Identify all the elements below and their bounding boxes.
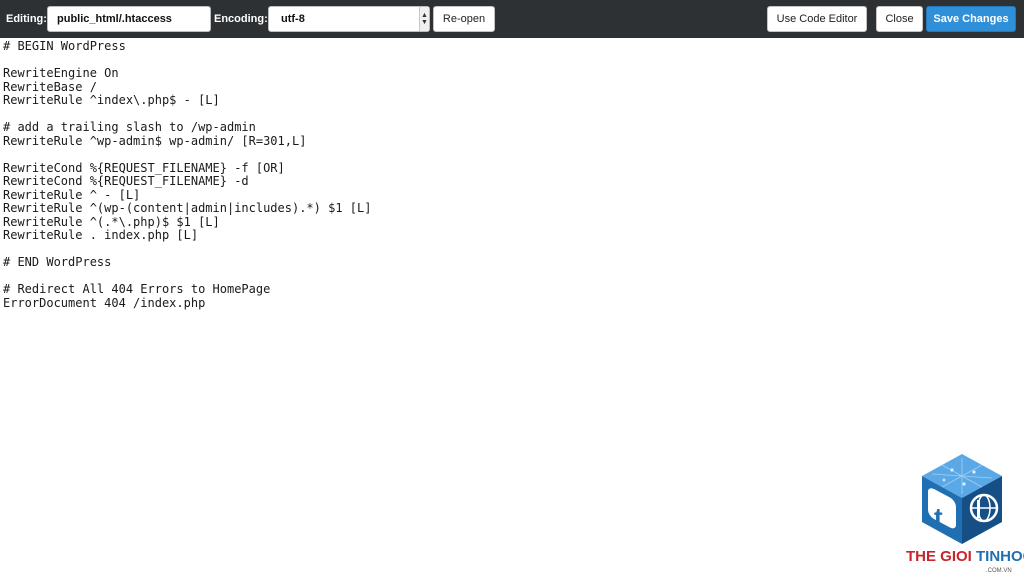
code-line[interactable]: RewriteRule ^index\.php$ - [L]	[3, 93, 1024, 108]
use-code-editor-button[interactable]: Use Code Editor	[767, 6, 867, 32]
filename-field[interactable]: public_html/.htaccess	[47, 6, 211, 32]
code-line[interactable]: RewriteRule ^ - [L]	[3, 188, 1024, 203]
editor-toolbar: Editing: public_html/.htaccess Encoding:…	[0, 0, 1024, 38]
save-changes-button[interactable]: Save Changes	[926, 6, 1016, 32]
code-line[interactable]	[3, 243, 1024, 257]
code-line[interactable]: RewriteRule ^(.*\.php)$ $1 [L]	[3, 215, 1024, 230]
editing-label: Editing:	[6, 13, 47, 25]
brand-name: THE GIOI TINHOC	[906, 548, 1024, 565]
code-line[interactable]	[3, 270, 1024, 284]
code-line[interactable]: # Redirect All 404 Errors to HomePage	[3, 282, 1024, 297]
encoding-select[interactable]: utf-8 ▲ ▼	[268, 6, 430, 32]
encoding-label: Encoding:	[214, 13, 268, 25]
code-line[interactable]: RewriteEngine On	[3, 66, 1024, 81]
reopen-button[interactable]: Re-open	[433, 6, 495, 32]
encoding-value: utf-8	[281, 13, 305, 25]
code-line[interactable]: # add a trailing slash to /wp-admin	[3, 120, 1024, 135]
code-editor[interactable]: # BEGIN WordPress RewriteEngine On Rewrite…	[0, 38, 1024, 576]
select-arrow-icon[interactable]: ▲ ▼	[419, 7, 429, 31]
code-line[interactable]: RewriteRule ^(wp-(content|admin|includes…	[3, 201, 1024, 216]
brand-part-red: THE GIOI	[906, 548, 977, 565]
code-line[interactable]: RewriteRule ^wp-admin$ wp-admin/ [R=301,…	[3, 134, 1024, 149]
code-line[interactable]: RewriteRule . index.php [L]	[3, 228, 1024, 243]
close-button[interactable]: Close	[876, 6, 923, 32]
code-line[interactable]: # BEGIN WordPress	[3, 39, 1024, 54]
code-line[interactable]: RewriteCond %{REQUEST_FILENAME} -f [OR]	[3, 161, 1024, 176]
code-line[interactable]: # END WordPress	[3, 255, 1024, 270]
brand-domain: .COM.VN	[986, 568, 1012, 574]
code-line[interactable]: ErrorDocument 404 /index.php	[3, 296, 1024, 311]
code-line[interactable]	[3, 54, 1024, 68]
svg-text:t: t	[934, 502, 943, 532]
code-line[interactable]: RewriteBase /	[3, 80, 1024, 95]
code-line[interactable]: RewriteCond %{REQUEST_FILENAME} -d	[3, 174, 1024, 189]
brand-part-blue: TINHOC	[976, 548, 1024, 565]
code-line[interactable]	[3, 148, 1024, 162]
code-line[interactable]	[3, 108, 1024, 122]
